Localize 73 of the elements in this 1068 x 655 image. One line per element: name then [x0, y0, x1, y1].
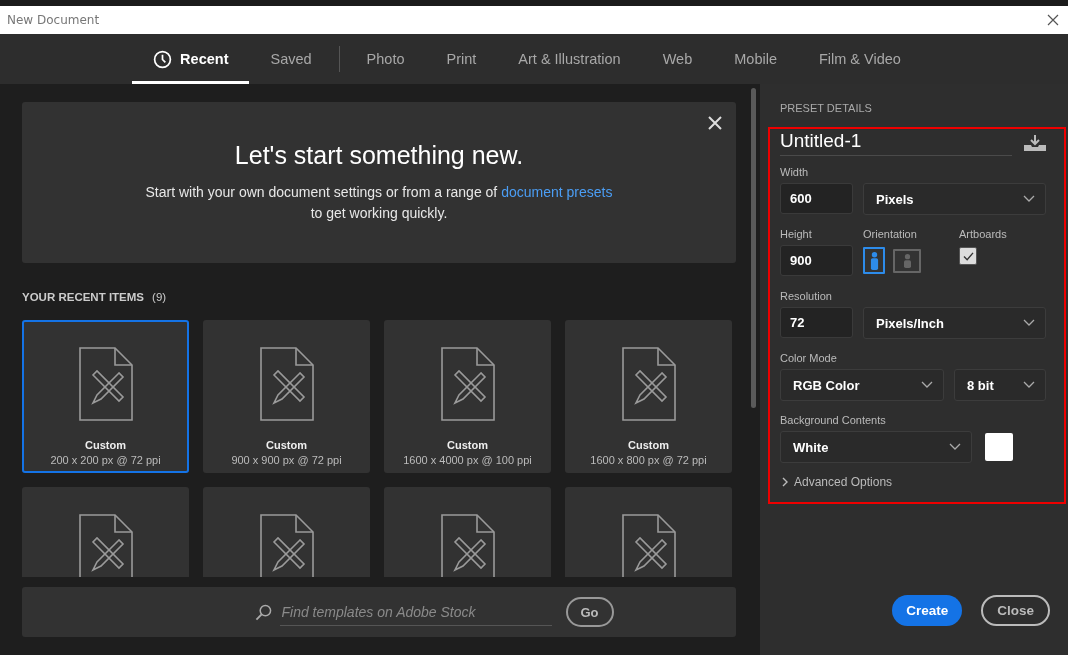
- tab[interactable]: Web: [641, 34, 714, 84]
- tab[interactable]: Print: [425, 34, 498, 84]
- document-name-field[interactable]: Untitled-1: [780, 129, 1012, 156]
- search-field[interactable]: Find templates on Adobe Stock: [279, 598, 552, 626]
- item-name: Custom: [85, 439, 126, 451]
- recent-item-card[interactable]: Custom 1600 x 4000 px @ 100 ppi: [384, 320, 551, 473]
- document-icon: [621, 347, 676, 421]
- field-label: Resolution: [780, 290, 833, 302]
- document-icon: [78, 347, 133, 421]
- document-icon: [78, 514, 133, 577]
- chevron-right-icon: [782, 477, 788, 487]
- color-mode-dropdown[interactable]: RGB Color: [780, 369, 944, 401]
- close-button[interactable]: Close: [981, 595, 1050, 626]
- item-size: 1600 x 4000 px @ 100 ppi: [403, 454, 532, 466]
- window-title: New Document: [7, 13, 100, 27]
- chevron-down-icon: [1023, 195, 1035, 203]
- width-field[interactable]: 600: [780, 183, 853, 214]
- landscape-button[interactable]: [893, 248, 921, 273]
- download-icon[interactable]: [1024, 134, 1046, 151]
- item-name: Custom: [447, 439, 488, 451]
- color-swatch[interactable]: [985, 433, 1013, 461]
- welcome-text: Start with your own document settings or from a range of document presets to get working quickly.: [145, 183, 613, 223]
- chevron-down-icon: [1023, 319, 1035, 327]
- unit-dropdown[interactable]: Pixels: [863, 183, 1046, 215]
- tab[interactable]: Photo: [345, 34, 426, 84]
- clock-icon: [153, 49, 173, 69]
- document-presets-link[interactable]: document presets: [501, 184, 613, 200]
- artboards-checkbox[interactable]: [959, 247, 977, 265]
- panel-heading: PRESET DETAILS: [780, 102, 873, 114]
- scrollbar-thumb[interactable]: [751, 88, 756, 408]
- chevron-down-icon: [921, 381, 933, 389]
- field-label: Orientation: [863, 228, 918, 240]
- welcome-heading: Let's start something new.: [234, 141, 524, 170]
- item-size: 1600 x 800 px @ 72 ppi: [590, 454, 707, 466]
- resolution-field[interactable]: 72: [780, 307, 853, 338]
- resolution-unit-dropdown[interactable]: Pixels/Inch: [863, 307, 1046, 339]
- go-button[interactable]: Go: [565, 597, 614, 627]
- item-name: Custom: [628, 439, 669, 451]
- person-icon: [869, 251, 879, 270]
- field-label: Artboards: [959, 228, 1007, 240]
- field-label: Width: [780, 166, 810, 178]
- tab[interactable]: Film & Video: [797, 34, 922, 84]
- close-icon[interactable]: [1047, 14, 1059, 26]
- height-field[interactable]: 900: [780, 245, 853, 276]
- item-name: Custom: [266, 439, 307, 451]
- chevron-down-icon: [1023, 381, 1035, 389]
- section-heading: YOUR RECENT ITEMS: [22, 291, 145, 303]
- background-dropdown[interactable]: White: [780, 431, 972, 463]
- document-icon: [259, 514, 314, 577]
- advanced-options-toggle[interactable]: Advanced Options: [780, 475, 893, 489]
- item-size: 200 x 200 px @ 72 ppi: [50, 454, 161, 466]
- chevron-down-icon: [949, 443, 961, 451]
- recent-item-card[interactable]: Custom 900 x 900 px @ 72 ppi: [203, 320, 370, 473]
- field-label: Color Mode: [780, 352, 838, 364]
- bit-depth-dropdown[interactable]: 8 bit: [954, 369, 1046, 401]
- person-icon: [902, 253, 912, 268]
- field-label: Background Contents: [780, 414, 887, 426]
- item-size: 900 x 900 px @ 72 ppi: [231, 454, 342, 466]
- document-icon: [621, 514, 676, 577]
- item-count: (9): [152, 291, 167, 303]
- field-label: Height: [780, 228, 813, 240]
- portrait-button[interactable]: [863, 247, 885, 274]
- tab[interactable]: Art & Illustration: [497, 34, 642, 84]
- document-icon: [440, 347, 495, 421]
- recent-item-card[interactable]: Custom 200 x 200 px @ 72 ppi: [22, 320, 189, 473]
- recent-item-card[interactable]: Custom 1600 x 800 px @ 72 ppi: [565, 320, 732, 473]
- checkmark-icon: [962, 251, 974, 261]
- document-icon: [259, 347, 314, 421]
- document-icon: [440, 514, 495, 577]
- tab[interactable]: Mobile: [713, 34, 798, 84]
- create-button[interactable]: Create: [892, 595, 963, 626]
- search-icon: [254, 603, 272, 621]
- tab[interactable]: Saved: [249, 34, 333, 84]
